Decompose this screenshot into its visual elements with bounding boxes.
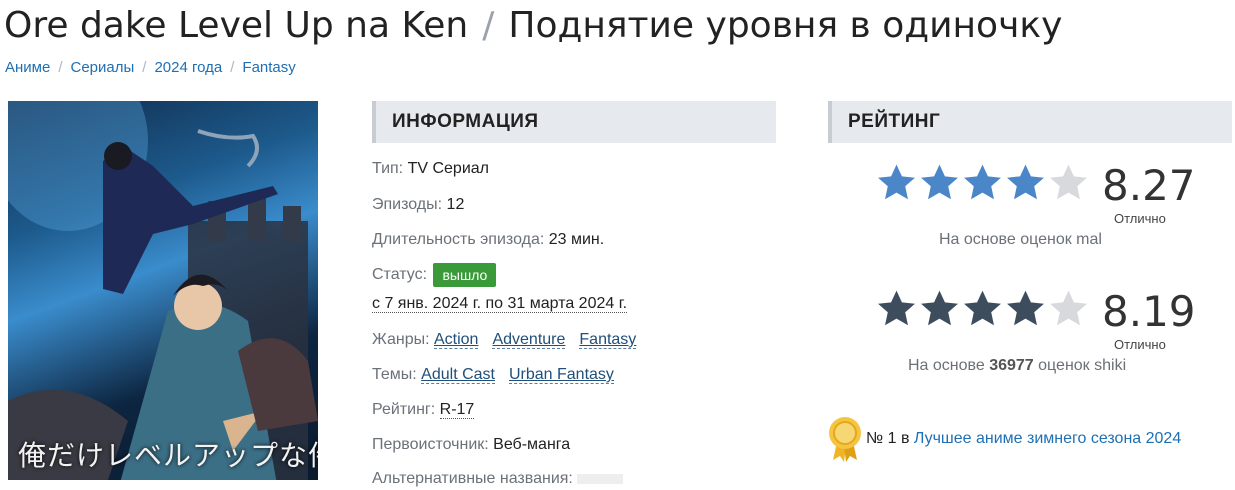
source-label: Первоисточник: [372,436,489,453]
mal-verdict: Отлично [1114,211,1166,226]
age-rating-label: Рейтинг: [372,401,436,418]
shiki-based-on: На основе 36977 оценок shiki [908,357,1126,375]
alt-names-toggle[interactable] [577,473,624,484]
poster-image[interactable]: 俺だけレベルアップな件 [8,101,318,480]
shiki-verdict: Отлично [1114,337,1166,352]
themes-label: Темы: [372,366,417,383]
breadcrumb-series[interactable]: Сериалы [71,59,135,76]
title-romaji: Ore dake Level Up na Ken [4,5,469,46]
theme-tag-adult-cast[interactable]: Adult Cast [421,366,495,384]
award-prefix: № 1 в [866,430,910,448]
duration-value: 23 мин. [548,231,605,248]
duration-label: Длительность эпизода: [372,231,545,248]
star-filled-icon [878,290,915,326]
award-link[interactable]: Лучшее аниме зимнего сезона 2024 [914,430,1181,447]
mal-score: 8.27 [1102,161,1196,210]
episodes-value: 12 [446,196,465,213]
breadcrumb-genre[interactable]: Fantasy [242,59,295,76]
title-separator: / [482,5,495,46]
shiki-stars [876,288,1089,328]
type-label: Тип: [372,160,404,177]
breadcrumb-year[interactable]: 2024 года [154,59,222,76]
breadcrumb-separator: / [230,59,235,76]
page-title: Ore dake Level Up na Ken / Поднятие уровня… [4,2,1062,50]
type-value: TV Сериал [407,160,489,177]
star-filled-icon [878,164,915,200]
shiki-based-prefix: На основе [908,357,985,374]
status-badge: вышло [433,263,497,287]
mal-stars [876,162,1089,202]
shiki-based-suffix: оценок shiki [1038,357,1127,374]
rating-header: РЕЙТИНГ [828,101,1232,143]
info-row-alt-names: Альтернативные названия: [372,468,624,490]
shiki-vote-count: 36977 [989,357,1034,374]
alt-names-label: Альтернативные названия: [372,470,573,487]
aired-dates[interactable]: с 7 янв. 2024 г. по 31 марта 2024 г. [372,295,628,313]
info-row-duration: Длительность эпизода: 23 мин. [372,229,604,251]
title-russian: Поднятие уровня в одиночку [508,5,1063,46]
info-row-aired: с 7 янв. 2024 г. по 31 марта 2024 г. [372,293,628,315]
star-filled-icon [1007,164,1044,200]
genre-tag-adventure[interactable]: Adventure [492,331,566,349]
info-row-status: Статус: вышло [372,263,497,287]
mal-based-on: На основе оценок mal [939,231,1102,248]
shiki-score: 8.19 [1102,287,1196,336]
star-filled-icon [921,290,958,326]
info-row-source: Первоисточник: Веб-манга [372,434,570,456]
age-rating-value[interactable]: R-17 [439,401,475,419]
breadcrumb-separator: / [142,59,147,76]
info-header: ИНФОРМАЦИЯ [372,101,776,143]
breadcrumb-separator: / [58,59,63,76]
genres-label: Жанры: [372,331,430,348]
star-filled-icon [921,164,958,200]
genre-tag-fantasy[interactable]: Fantasy [579,331,637,349]
star-empty-icon [1050,290,1087,326]
poster-artwork [8,101,318,480]
info-row-themes: Темы: Adult Cast Urban Fantasy [372,364,614,386]
info-row-genres: Жанры: Action Adventure Fantasy [372,329,637,351]
breadcrumb: Аниме / Сериалы / 2024 года / Fantasy [5,58,296,78]
star-filled-icon [1007,290,1044,326]
breadcrumb-anime[interactable]: Аниме [5,59,50,76]
source-value: Веб-манга [493,436,571,453]
star-filled-icon [964,290,1001,326]
info-row-rating: Рейтинг: R-17 [372,399,475,421]
info-row-episodes: Эпизоды: 12 [372,194,464,216]
theme-tag-urban-fantasy[interactable]: Urban Fantasy [508,366,614,384]
star-empty-icon [1050,164,1087,200]
status-label: Статус: [372,266,428,284]
genre-tag-action[interactable]: Action [433,331,479,349]
episodes-label: Эпизоды: [372,196,443,213]
info-row-type: Тип: TV Сериал [372,158,489,180]
star-filled-icon [964,164,1001,200]
medal-icon [829,417,861,462]
award: № 1 в Лучшее аниме зимнего сезона 2024 [828,416,1181,462]
poster-caption: 俺だけレベルアップな件 [18,439,318,472]
